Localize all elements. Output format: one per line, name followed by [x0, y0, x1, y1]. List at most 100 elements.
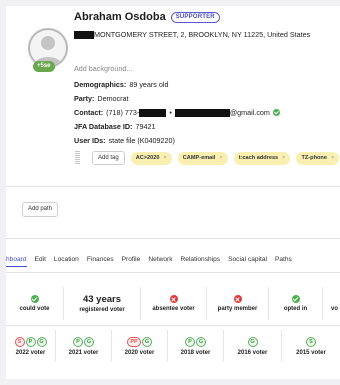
check-icon — [30, 295, 39, 303]
contact-email[interactable]: @gmail.com — [230, 108, 270, 117]
voter-year-label: 2018 voter — [180, 349, 211, 356]
vote-badges: S P G — [14, 336, 47, 347]
remove-tag-icon[interactable]: × — [163, 152, 166, 165]
tag-chip[interactable]: TZ-phone × — [296, 151, 340, 165]
person-name: Abraham Osdoba — [74, 11, 166, 23]
party-label: Party: — [74, 94, 95, 103]
verified-check-icon — [272, 109, 280, 116]
vote-badges: S — [306, 336, 317, 347]
remove-tag-icon[interactable]: × — [219, 152, 222, 165]
vote-badges: G — [247, 336, 258, 347]
demographics-label: Demographics: — [74, 80, 127, 89]
status-opted-in: opted in — [269, 287, 323, 320]
vote-badge: G — [196, 336, 206, 347]
status-label: opted in — [283, 306, 308, 312]
demographics-value: 89 years old — [129, 80, 169, 89]
vote-badges: P G — [185, 336, 207, 347]
x-icon — [233, 295, 242, 303]
voter-year-label: 2020 voter — [124, 349, 155, 356]
tag-chip[interactable]: CAMP-email × — [177, 151, 228, 165]
tab-location[interactable]: Location — [54, 256, 79, 267]
voter-2021: P G 2021 voter — [56, 330, 112, 362]
party-value: Democrat — [97, 94, 129, 103]
tag-label: TZ-phone — [301, 154, 327, 161]
tab-finances[interactable]: Finances — [87, 256, 114, 267]
vote-badge: G — [84, 336, 94, 347]
vote-badges: P G — [73, 336, 95, 347]
remove-tag-icon[interactable]: × — [282, 152, 285, 165]
tags-row: Add tag AC>2020 × CAMP-email × t:cach addr… — [75, 151, 340, 165]
add-background-link[interactable]: Add background... — [74, 64, 132, 73]
remove-tag-icon[interactable]: × — [331, 152, 334, 165]
redacted-block — [74, 30, 94, 39]
status-value: 43 years — [82, 294, 122, 305]
profile-card: +5se Abraham Osdoba SUPPORTER MONTGOMERY… — [6, 6, 340, 379]
vote-badges: PP G — [127, 336, 153, 347]
redacted-block — [174, 108, 230, 117]
tag-chip[interactable]: t:cach address × — [233, 151, 291, 165]
status-registered-voter: 43 years registered voter — [64, 287, 141, 320]
voter-history-row: S P G 2022 voter P G 2021 voter PP G 202… — [6, 330, 340, 362]
vote-badge: S — [306, 336, 316, 347]
tab-relationships[interactable]: Relationships — [181, 256, 221, 267]
status-label: absentee voter — [152, 306, 195, 312]
add-tag-button[interactable]: Add tag — [92, 151, 125, 165]
party-row: Party: Democrat — [74, 94, 129, 103]
contact-separator: • — [169, 108, 172, 117]
userids-row: User IDs: state file (K0409220) — [74, 136, 175, 145]
voter-year-label: 2016 voter — [237, 349, 268, 356]
userids-value: state file (K0409220) — [108, 136, 175, 145]
vote-badge: PP — [127, 336, 141, 347]
voter-2018: P G 2018 voter — [168, 330, 224, 362]
voter-year-label: 2022 voter — [15, 349, 46, 356]
vote-badge: P — [73, 336, 83, 347]
vote-badge: P — [25, 336, 36, 347]
voter-2020: PP G 2020 voter — [112, 330, 168, 362]
tag-chip[interactable]: AC>2020 × — [130, 151, 172, 165]
vote-badge: S — [14, 336, 25, 347]
jfa-value: 79421 — [135, 122, 156, 131]
vote-badge: P — [185, 336, 195, 347]
avatar-badge: +5se — [33, 61, 55, 72]
divider — [6, 325, 340, 326]
status-label: party member — [217, 306, 258, 312]
voter-year-label: 2015 voter — [296, 349, 326, 356]
address-row: MONTGOMERY STREET, 2, BROOKLYN, NY 11225… — [74, 30, 310, 39]
name-row: Abraham Osdoba SUPPORTER — [74, 11, 220, 23]
tab-social-capital[interactable]: Social capital — [228, 256, 267, 267]
tag-label: t:cach address — [238, 154, 279, 161]
voter-2016: G 2016 voter — [224, 330, 282, 362]
x-icon — [169, 295, 178, 303]
status-absentee-voter: absentee voter — [141, 287, 207, 320]
tab-profile[interactable]: Profile — [122, 256, 141, 267]
vote-badge: G — [36, 336, 47, 347]
drag-handle-icon[interactable] — [75, 151, 80, 165]
tab-dashboard[interactable]: hboard — [6, 256, 27, 267]
vote-badge: G — [247, 336, 258, 347]
divider — [6, 272, 340, 273]
contact-label: Contact: — [74, 108, 104, 117]
redacted-block — [139, 108, 167, 117]
status-label: could vote — [19, 306, 50, 312]
status-partial: vo — [323, 287, 340, 320]
divider — [6, 238, 340, 239]
demographics-row: Demographics: 89 years old — [74, 80, 168, 89]
contact-phone[interactable]: (718) 773- — [106, 108, 139, 117]
vote-badge: G — [142, 336, 152, 347]
tag-label: AC>2020 — [135, 154, 160, 161]
voter-year-label: 2021 voter — [68, 349, 99, 356]
status-party-member: party member — [207, 287, 269, 320]
tab-paths[interactable]: Paths — [275, 256, 292, 267]
contact-row: Contact: (718) 773- • @gmail.com — [74, 108, 280, 117]
supporter-badge[interactable]: SUPPORTER — [170, 11, 220, 23]
tab-network[interactable]: Network — [148, 256, 172, 267]
status-label: vo — [331, 306, 339, 312]
voter-2015: S 2015 voter — [282, 330, 340, 362]
jfa-row: JFA Database ID: 79421 — [74, 122, 155, 131]
profile-tabs: hboard Edit Location Finances Profile Ne… — [6, 256, 292, 267]
add-path-button[interactable]: Add path — [22, 202, 59, 217]
check-icon — [291, 295, 300, 303]
tab-edit[interactable]: Edit — [35, 256, 46, 267]
address-text: MONTGOMERY STREET, 2, BROOKLYN, NY 11225… — [94, 30, 311, 39]
divider — [6, 186, 340, 187]
